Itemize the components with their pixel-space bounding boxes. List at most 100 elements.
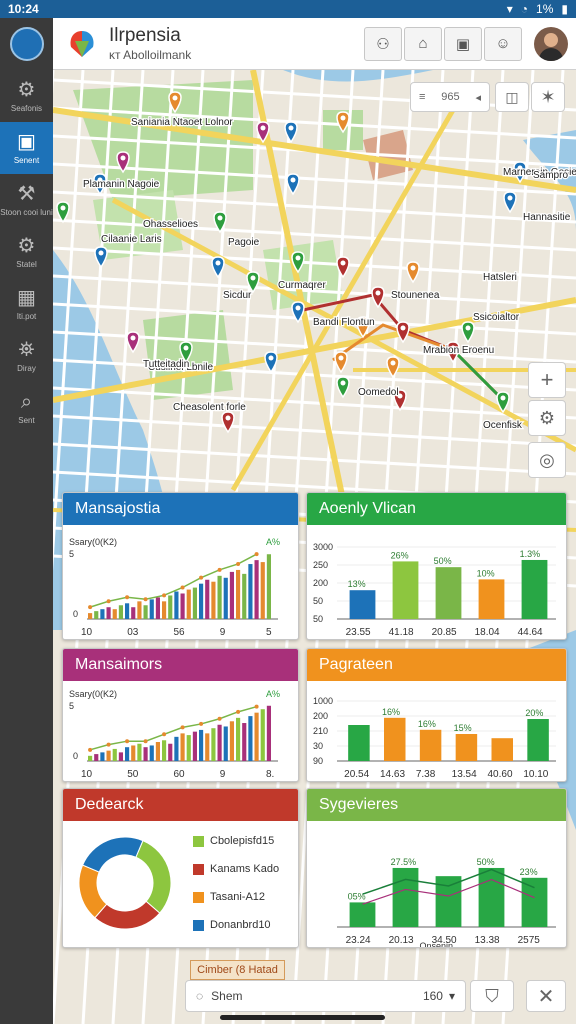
avatar[interactable] — [534, 26, 568, 61]
bar — [94, 611, 99, 619]
panel-mansaimors: Mansaimors Ssary(0(K2) 5 0 A% 10 50 60 9 8. — [62, 648, 299, 782]
person-pin-button[interactable]: ⚇ — [364, 26, 402, 61]
bottom-search-bar[interactable]: ◌ Shem 160 ▾ — [185, 980, 466, 1012]
bar — [242, 573, 247, 619]
data-label: 16% — [418, 719, 436, 729]
settings-button[interactable]: ⚙ — [528, 400, 566, 436]
legend-item: Donanbrd10 — [193, 911, 279, 939]
x-tick: 18.04 — [475, 627, 500, 638]
data-label: 1.3% — [520, 549, 541, 559]
y-tick: 0 — [73, 609, 78, 619]
bar — [248, 564, 253, 619]
x-tick: 20.54 — [344, 769, 369, 780]
x-tick: 20.13 — [389, 935, 414, 946]
y-tick: 210 — [313, 726, 328, 736]
sidebar-item-label: Statel — [16, 260, 37, 269]
trend-point — [236, 561, 241, 566]
trend-point — [199, 721, 204, 726]
sidebar-item-6[interactable]: ⌕ Sent — [0, 382, 53, 434]
chat-icon: ◌ — [196, 989, 204, 1003]
bar — [186, 735, 191, 761]
legend-swatch — [193, 863, 204, 875]
bar — [192, 587, 197, 619]
building-button[interactable]: ▣ — [444, 26, 482, 61]
bottom-search-value: 160 — [422, 989, 443, 1003]
map-label: Ssicoialtor — [473, 312, 520, 323]
map-search-chip[interactable]: ≡ 965 ◂ — [410, 82, 490, 112]
x-tick: 50 — [127, 769, 139, 780]
chart-sygevieres: 05%23.2427.5%20.13 34.5050%13.3823%2575On… — [337, 857, 556, 947]
bar — [236, 717, 241, 761]
bar — [88, 613, 93, 619]
x-tick: 41.18 — [389, 627, 414, 638]
sidebar-item-3[interactable]: ⚙ Statel — [0, 226, 53, 278]
map-label: Cheasolent forle — [173, 402, 246, 413]
wifi-icon: ◔ — [520, 2, 529, 16]
x-tick: 9 — [220, 769, 226, 780]
filter-button[interactable]: ⛉ — [470, 980, 514, 1012]
bar — [186, 589, 191, 619]
bar — [205, 579, 210, 619]
bar — [211, 728, 216, 761]
user-button[interactable]: ☺ — [484, 26, 522, 61]
chart-mansaimors: Ssary(0(K2)50A%10 50 60 9 8. — [69, 689, 280, 780]
map-label: Sampro — [533, 170, 568, 181]
app-subtitle: ᴋᴛ Abolloilmank — [109, 48, 192, 62]
sidebar-item-1[interactable]: ▣ Senent — [0, 122, 53, 174]
data-label: 05% — [348, 891, 366, 901]
bar — [217, 575, 222, 619]
trend-point — [180, 725, 185, 730]
bar — [254, 712, 259, 761]
legend-label: Kanams Kado — [210, 863, 280, 875]
search-icon: ⌕ — [20, 391, 33, 413]
compass-icon: ⛯ — [18, 339, 35, 361]
locate-button[interactable]: ◎ — [528, 442, 566, 478]
legend-label: Tasani-A12 — [210, 891, 266, 903]
sidebar-item-label: Stoon cooi luni — [0, 208, 53, 217]
pin-button[interactable]: ✶ — [531, 82, 565, 112]
chart-dedearck — [78, 836, 172, 930]
trend-point — [106, 599, 111, 604]
star-icon: ✶ — [540, 86, 556, 107]
bar — [199, 729, 204, 761]
x-tick: 10 — [81, 769, 93, 780]
app-logo[interactable] — [0, 18, 53, 70]
home-button[interactable]: ⌂ — [404, 26, 442, 61]
sidebar-item-2[interactable]: ⚒ Stoon cooi luni — [0, 174, 53, 226]
bar — [211, 581, 216, 619]
data-label: 16% — [382, 707, 400, 717]
x-tick: 13.38 — [475, 935, 500, 946]
y-tick: 0 — [73, 751, 78, 761]
bar — [125, 603, 130, 619]
map-label: Bandi Flontun — [313, 317, 375, 328]
panel-title: Mansajostia — [63, 493, 298, 525]
data-label: 27.5% — [391, 857, 417, 867]
bar — [180, 593, 185, 619]
bar — [349, 590, 376, 619]
x-tick: 03 — [127, 627, 139, 638]
bar — [118, 605, 123, 619]
map-label: Cilaanie Laris — [101, 234, 162, 245]
bar — [478, 579, 505, 619]
building-icon: ▣ — [455, 35, 471, 53]
legend-label: Donanbrd10 — [210, 919, 271, 931]
map-label: Hatsleri — [483, 272, 517, 283]
sidebar-item-4[interactable]: ▦ Iti.pot — [0, 278, 53, 330]
bar — [137, 743, 142, 761]
bar — [260, 709, 265, 761]
legend-swatch — [193, 835, 204, 847]
y-tick: 5 — [69, 701, 74, 711]
close-button[interactable]: ✕ — [526, 980, 566, 1012]
y-axis-label: Ssary(0(K2) — [69, 537, 117, 547]
bar — [125, 747, 130, 761]
bar — [192, 731, 197, 761]
sidebar-item-5[interactable]: ⛯ Diray — [0, 330, 53, 382]
sidebar-item-0[interactable]: ⚙ Seafonis — [0, 70, 53, 122]
map-chip[interactable]: Cimber (8 Hatad — [190, 960, 285, 980]
x-tick: 20.85 — [432, 627, 457, 638]
bar — [137, 601, 142, 619]
y-tick: 50 — [313, 596, 323, 606]
layers-button[interactable]: ◫ — [495, 82, 529, 112]
zoom-in-button[interactable]: + — [528, 362, 566, 398]
trend-point — [125, 595, 130, 600]
